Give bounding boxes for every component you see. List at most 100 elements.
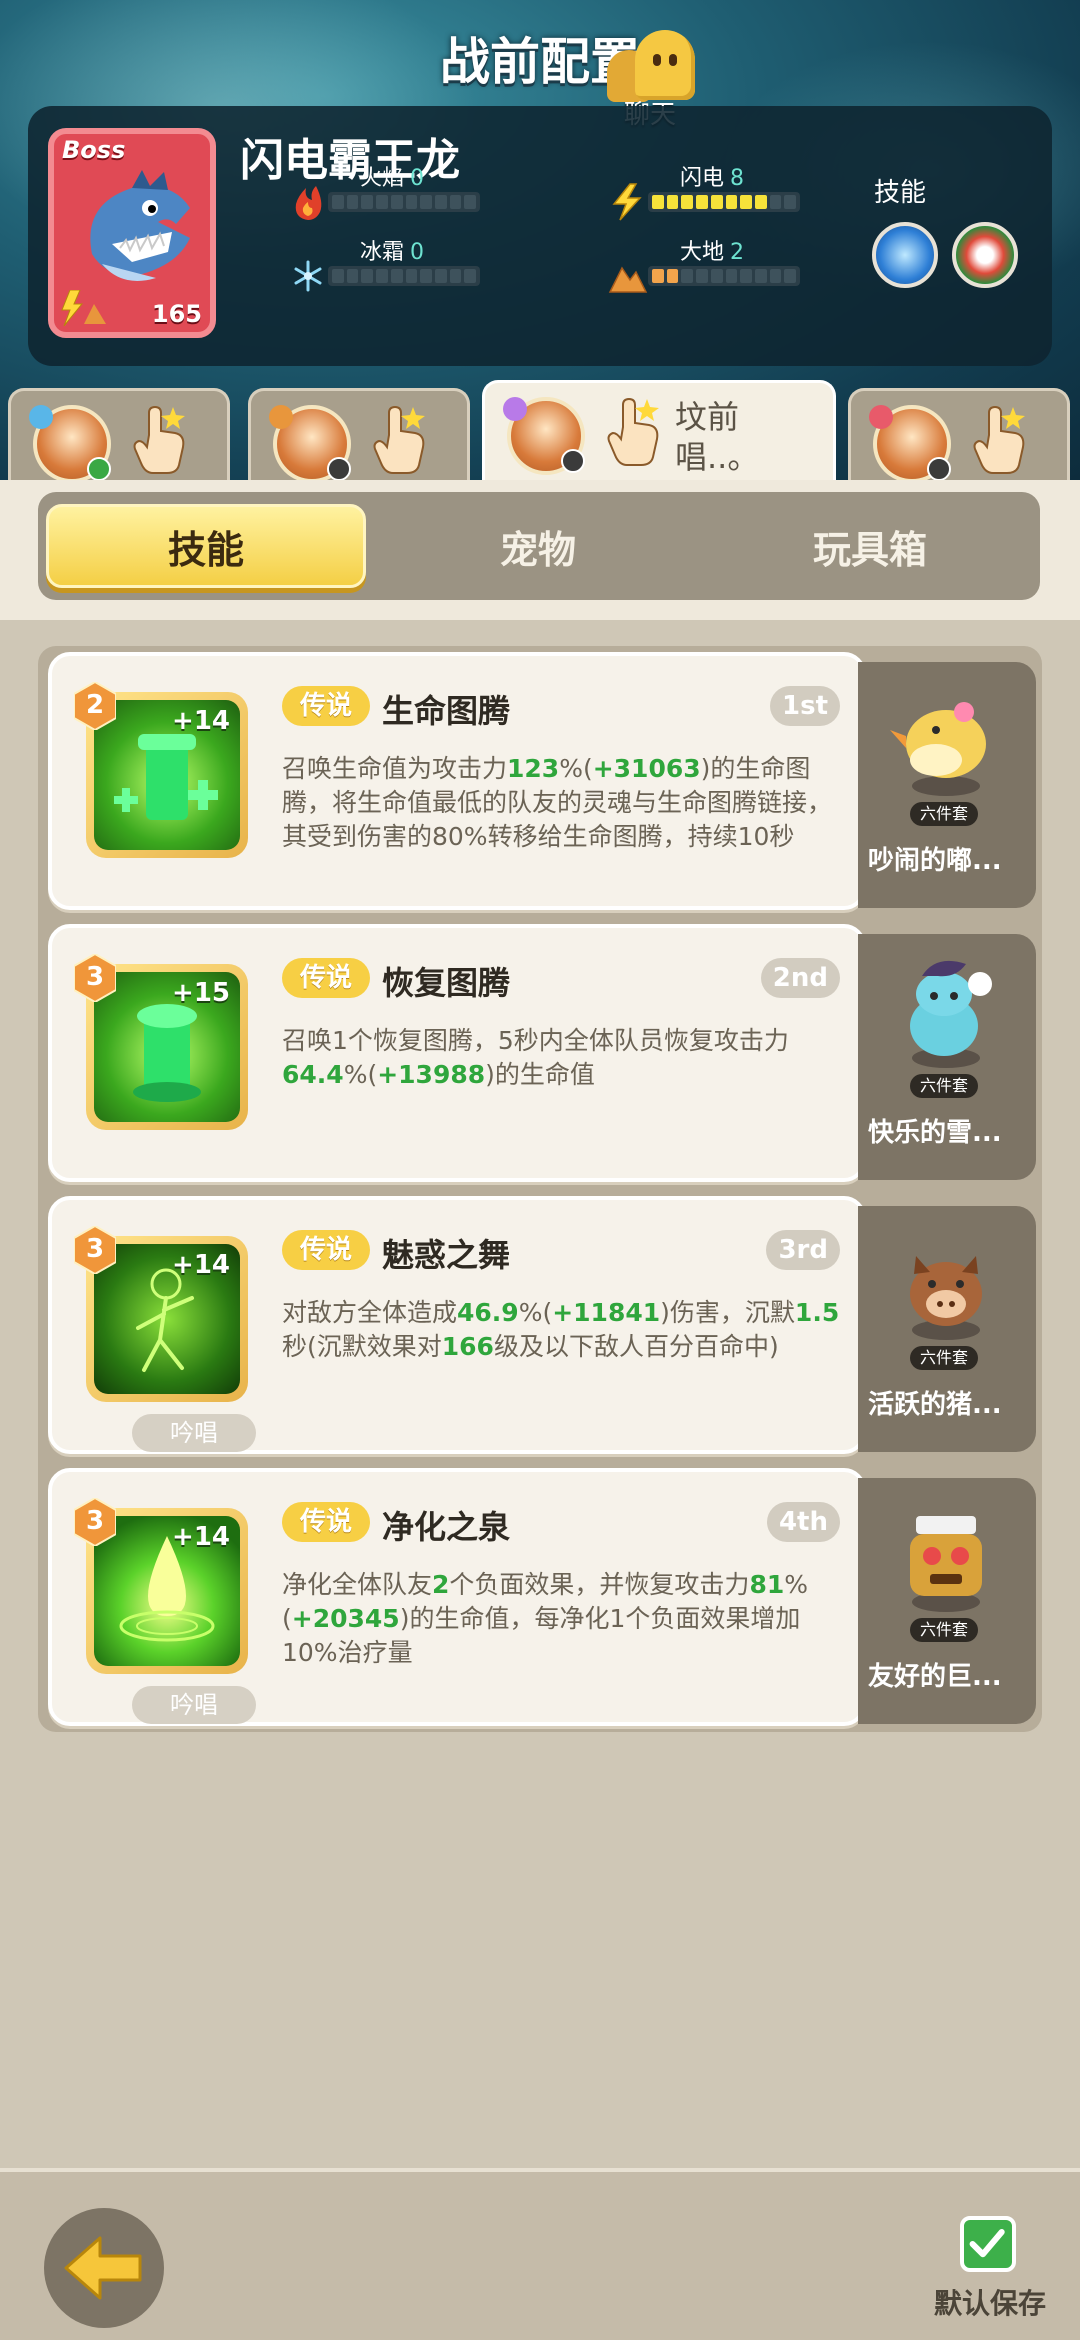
stat-bar (328, 192, 480, 212)
desc-text: 秒(沉默效果对 (282, 1332, 442, 1361)
desc-value: 2 (432, 1570, 450, 1599)
list-item[interactable]: +14 2 传说 生命图腾 1st 召唤生命值为攻击力123%(+31063)的… (48, 652, 1036, 910)
bottom-bar: 默认保存 (0, 2168, 1080, 2340)
desc-value: 1.5 (794, 1298, 840, 1327)
hero-tab-1[interactable] (8, 388, 230, 483)
lively-pig-pet-icon (910, 1256, 982, 1340)
desc-value: +20345 (291, 1604, 400, 1633)
stat-label: 大地 (680, 240, 725, 265)
skill-description: 召唤生命值为攻击力123%(+31063)的生命图腾，将生命值最低的队友的灵魂与… (282, 752, 848, 854)
desc-text: )的生命值 (485, 1060, 595, 1089)
skill-card[interactable]: +14 2 传说 生命图腾 1st 召唤生命值为攻击力123%(+31063)的… (48, 652, 866, 910)
segmented-control: 技能 宠物 玩具箱 (38, 492, 1040, 600)
skill-name: 恢复图腾 (382, 964, 511, 1002)
boss-skill-flower-icon[interactable] (952, 222, 1018, 288)
skill-order: 3rd (766, 1230, 840, 1270)
skill-plus: +14 (172, 1522, 230, 1552)
set-tag: 六件套 (910, 802, 978, 826)
lightning-icon (612, 183, 642, 221)
pet-name: 快乐的雪... (868, 1118, 1002, 1148)
hero-avatar (269, 405, 351, 483)
lightning-earth-element-icon (61, 290, 106, 326)
stat-frost: 冰霜 0 (288, 234, 488, 294)
tap-hand-icon (133, 405, 185, 474)
hero-tab-2[interactable] (248, 388, 470, 483)
hero-tabs: 坟前唱..。 (0, 380, 1080, 483)
skill-plus: +15 (172, 978, 230, 1008)
hero-avatar (29, 405, 111, 483)
stat-bar (328, 266, 480, 286)
tap-hand-icon (607, 397, 659, 466)
stat-label: 火焰 (360, 166, 405, 191)
boss-skills-label: 技能 (874, 178, 927, 208)
pet-name: 吵闹的嘟... (868, 846, 1002, 876)
skill-card[interactable]: +14 3 吟唱 传说 魅惑之舞 3rd 对敌方全体造成46.9%(+11841… (48, 1196, 866, 1454)
skill-card[interactable]: +15 3 传说 恢复图腾 2nd 召唤1个恢复图腾，5秒内全体队员恢复攻击力 6… (48, 924, 866, 1182)
desc-value: 166 (441, 1332, 494, 1361)
desc-value: 123 (507, 754, 560, 783)
desc-text: %( (343, 1060, 378, 1089)
pet-card[interactable]: 六件套 活跃的猪... (858, 1206, 1036, 1452)
stat-label: 闪电 (680, 166, 725, 191)
desc-text: )伤害，沉默 (660, 1298, 795, 1327)
page-title: 战前配置 (440, 33, 640, 91)
default-save-label: 默认保存 (933, 2287, 1046, 2320)
desc-value: 81 (749, 1570, 785, 1599)
tab-pets[interactable]: 宠物 (378, 504, 698, 588)
desc-text: 个负面效果，并恢复攻击力 (449, 1570, 750, 1599)
rarity-badge: 传说 (282, 686, 370, 726)
list-item[interactable]: +14 3 吟唱 传说 净化之泉 4th 净化全体队友2个负面效果，并恢复攻击力… (48, 1468, 1036, 1726)
skill-order: 4th (766, 1502, 840, 1542)
boss-badge: Boss (62, 136, 126, 164)
rarity-badge: 传说 (282, 1230, 370, 1270)
skill-level: 3 (85, 1506, 105, 1536)
back-arrow-icon (64, 2236, 142, 2300)
set-tag: 六件套 (910, 1618, 978, 1642)
desc-text: 召唤1个恢复图腾，5秒内全体队员恢复攻击力 (282, 1026, 789, 1055)
hero-tab-3[interactable]: 坟前唱..。 (482, 380, 836, 480)
chant-badge: 吟唱 (132, 1414, 256, 1452)
dinosaur-portrait-icon (90, 170, 190, 281)
stat-label: 冰霜 (360, 240, 405, 265)
boss-skill-water-icon[interactable] (872, 222, 938, 288)
tap-hand-icon (973, 405, 1025, 474)
desc-text: 净化全体队友 (282, 1570, 433, 1599)
desc-text: 对敌方全体造成 (282, 1298, 458, 1327)
stat-lightning: 闪电 8 (608, 160, 808, 221)
skill-description: 对敌方全体造成46.9%(+11841)伤害，沉默1.5 秒(沉默效果对166级及… (282, 1296, 848, 1364)
stat-value: 0 (410, 166, 425, 191)
pet-name: 友好的巨... (868, 1662, 1002, 1692)
pet-card[interactable]: 六件套 友好的巨... (858, 1478, 1036, 1724)
default-save-checkbox[interactable] (960, 2216, 1016, 2272)
skill-level: 3 (85, 962, 105, 992)
stat-fire: 火焰 0 (288, 160, 488, 220)
list-item[interactable]: +14 3 吟唱 传说 魅惑之舞 3rd 对敌方全体造成46.9%(+11841… (48, 1196, 1036, 1454)
tab-skills[interactable]: 技能 (46, 504, 366, 588)
hero-tab-4[interactable] (848, 388, 1070, 483)
desc-value: +31063 (592, 754, 701, 783)
desc-text: 召唤生命值为攻击力 (282, 754, 508, 783)
desc-value: +11841 (552, 1298, 661, 1327)
boss-card[interactable]: Boss 165 (48, 128, 216, 338)
list-item[interactable]: +15 3 传说 恢复图腾 2nd 召唤1个恢复图腾，5秒内全体队员恢复攻击力 6… (48, 924, 1036, 1182)
pet-card[interactable]: 六件套 快乐的雪... (858, 934, 1036, 1180)
chant-badge: 吟唱 (132, 1686, 256, 1724)
skill-name: 净化之泉 (382, 1508, 511, 1546)
desc-text: 级及以下敌人百分百命中) (493, 1332, 779, 1361)
back-button[interactable] (44, 2208, 164, 2328)
pet-card[interactable]: 六件套 吵闹的嘟... (858, 662, 1036, 908)
stat-earth: 大地 2 (608, 234, 808, 294)
tab-toybox[interactable]: 玩具箱 (710, 504, 1030, 588)
skill-description: 净化全体队友2个负面效果，并恢复攻击力81%(+20345)的生命值，每净化1个… (282, 1568, 848, 1670)
skill-card[interactable]: +14 3 吟唱 传说 净化之泉 4th 净化全体队友2个负面效果，并恢复攻击力… (48, 1468, 866, 1726)
hero-avatar (869, 405, 951, 483)
stat-value: 2 (730, 240, 745, 265)
boss-panel: Boss 165 闪电霸王龙 火焰 0 闪电 8 冰霜 0 大地 2 技能 (28, 106, 1052, 366)
earth-icon (608, 266, 648, 293)
friendly-giant-pet-icon (910, 1516, 982, 1612)
set-tag: 六件套 (910, 1346, 978, 1370)
rarity-badge: 传说 (282, 958, 370, 998)
tap-hand-icon (373, 405, 425, 474)
rarity-badge: 传说 (282, 1502, 370, 1542)
check-icon (969, 2229, 1005, 2258)
